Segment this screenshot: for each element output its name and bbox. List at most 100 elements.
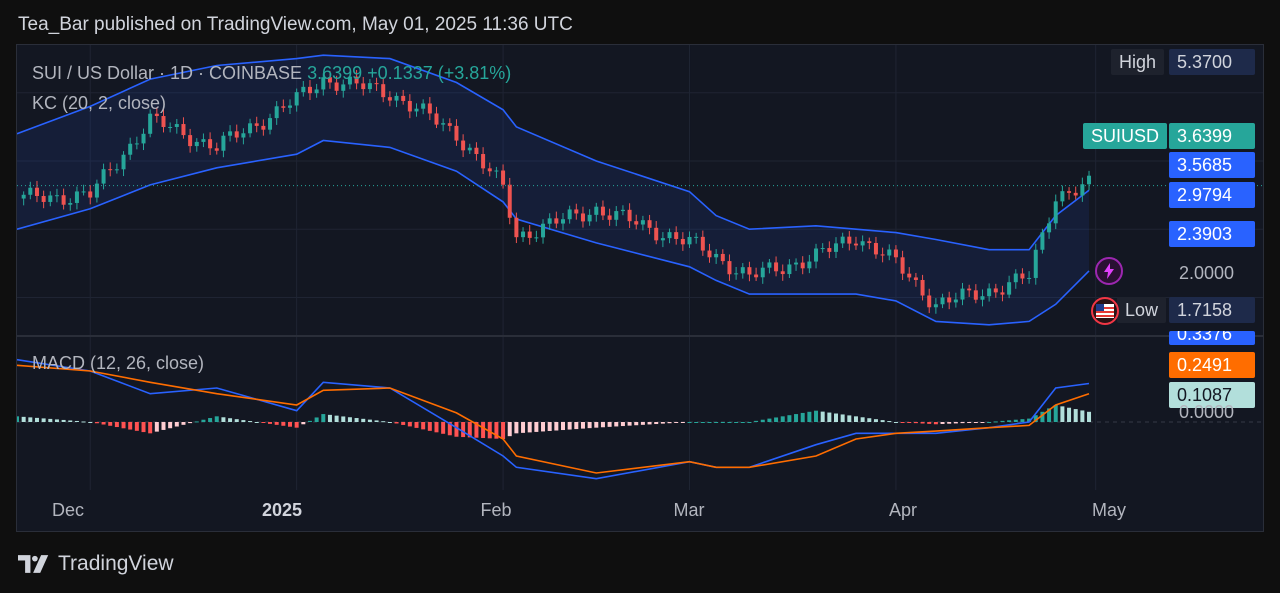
macd-histogram-bar xyxy=(41,418,46,422)
price-candle-body xyxy=(121,154,126,170)
price-candle-body xyxy=(700,236,705,251)
macd-zero-label: 0.0000 xyxy=(1179,402,1235,422)
macd-histogram-bar xyxy=(534,422,539,432)
price-candle-body xyxy=(1020,273,1025,279)
price-candle-body xyxy=(307,86,312,94)
kc-upper-tag: 3.5685 xyxy=(1169,152,1255,178)
price-level-label: 2.0000 xyxy=(1179,263,1235,283)
macd-histogram-bar xyxy=(54,419,59,422)
chart-canvas[interactable] xyxy=(17,45,1263,531)
price-candle-body xyxy=(108,169,113,171)
macd-histogram-bar xyxy=(620,422,625,427)
macd-histogram-bar xyxy=(627,422,632,426)
signal-value-tag: 0.2491 xyxy=(1169,352,1255,378)
signal-line xyxy=(17,364,1090,474)
kc-channel-fill xyxy=(17,55,1089,325)
macd-histogram-bar xyxy=(441,422,446,434)
price-candle-body xyxy=(268,118,273,130)
price-candle-body xyxy=(521,231,526,238)
macd-histogram-bar xyxy=(574,422,579,430)
last-value-legend: 3.6399 xyxy=(307,63,363,83)
kc-lower-tag: 2.3903 xyxy=(1169,221,1255,247)
price-candle-body xyxy=(208,139,213,149)
price-candle-body xyxy=(1080,184,1085,196)
macd-histogram-bar xyxy=(1080,410,1085,422)
macd-histogram-bar xyxy=(561,422,565,431)
macd-histogram-bar xyxy=(434,422,439,433)
price-candle-body xyxy=(707,250,712,258)
time-label-mar: Mar xyxy=(673,500,705,520)
macd-histogram-bar xyxy=(754,420,759,422)
price-candle-body xyxy=(567,209,572,220)
macd-histogram-bar xyxy=(254,422,259,423)
price-candle-body xyxy=(893,249,898,258)
price-candle-body xyxy=(1053,201,1058,224)
price-candle-body xyxy=(887,249,892,256)
footer-brand: TradingView xyxy=(58,552,174,575)
macd-histogram-bar xyxy=(867,418,872,422)
price-candle-body xyxy=(281,106,286,108)
price-candle-body xyxy=(794,262,799,265)
macd-histogram-bar xyxy=(880,420,885,422)
change-legend: +0.1337 (+3.81%) xyxy=(367,63,512,83)
macd-histogram-bar xyxy=(354,418,359,422)
price-candle-body xyxy=(947,297,952,303)
macd-histogram-bar xyxy=(634,422,639,426)
macd-histogram-bar xyxy=(174,422,179,427)
price-candle-body xyxy=(441,123,446,125)
price-candle-body xyxy=(814,248,819,262)
price-candle-body xyxy=(541,223,546,238)
price-candle-body xyxy=(188,135,193,147)
macd-histogram-bar xyxy=(740,422,745,423)
price-candle-body xyxy=(580,213,585,222)
price-candle-body xyxy=(81,191,86,193)
price-candle-body xyxy=(907,273,912,278)
price-candle-body xyxy=(967,288,972,291)
macd-histogram-bar xyxy=(860,417,865,422)
price-candle-body xyxy=(1007,282,1012,295)
price-candle-body xyxy=(228,131,233,136)
macd-histogram-bar xyxy=(241,420,246,422)
macd-histogram-bar xyxy=(654,422,659,425)
macd-histogram-bar xyxy=(68,420,73,422)
macd-histogram-bar xyxy=(547,422,552,431)
macd-histogram-bar xyxy=(17,416,19,422)
price-candle-body xyxy=(640,220,645,225)
macd-histogram-bar xyxy=(48,418,53,422)
macd-histogram-bar xyxy=(301,422,306,425)
price-candle-body xyxy=(501,170,506,185)
price-candle-body xyxy=(993,288,998,293)
price-candle-body xyxy=(28,187,33,195)
low-label-tag: Low xyxy=(1117,297,1167,323)
us-flag-event-icon[interactable] xyxy=(1091,297,1119,325)
price-candle-body xyxy=(834,243,838,252)
macd-histogram-bar xyxy=(640,422,645,425)
price-candle-body xyxy=(740,267,745,274)
price-candle-body xyxy=(427,103,432,114)
price-candle-body xyxy=(827,248,832,252)
price-candle-body xyxy=(940,297,945,305)
price-candle-body xyxy=(554,218,559,224)
price-candle-body xyxy=(1047,223,1052,233)
macd-histogram-bar xyxy=(594,422,599,428)
macd-histogram-bar xyxy=(194,421,199,423)
lightning-event-icon[interactable] xyxy=(1095,257,1123,285)
macd-legend: MACD (12, 26, close) xyxy=(32,353,205,373)
price-candle-body xyxy=(860,241,865,246)
macd-histogram-bar xyxy=(554,422,559,431)
price-candle-body xyxy=(627,209,632,222)
macd-histogram-bar xyxy=(967,422,972,423)
macd-histogram-bar xyxy=(760,419,765,422)
price-candle-body xyxy=(607,215,612,220)
macd-histogram-bar xyxy=(327,414,332,422)
chart-frame[interactable]: SUI / US Dollar · 1D · COINBASE 3.6399 +… xyxy=(16,44,1264,532)
price-candle-body xyxy=(634,221,639,225)
macd-histogram-bar xyxy=(201,419,206,422)
macd-histogram-bar xyxy=(541,422,546,432)
macd-histogram-bar xyxy=(720,422,725,423)
macd-histogram-bar xyxy=(1053,405,1058,422)
price-candle-body xyxy=(527,231,532,238)
price-candle-body xyxy=(34,187,39,197)
price-candle-body xyxy=(514,217,519,238)
macd-histogram-bar xyxy=(28,417,33,422)
